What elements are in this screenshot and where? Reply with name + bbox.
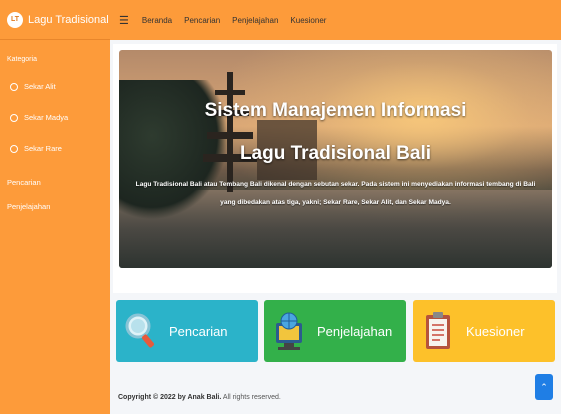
sidebar-item-pencarian[interactable]: Pencarian [0,178,110,187]
footer-rights: All rights reserved. [222,394,281,401]
tile-label: Kuesioner [466,323,525,339]
hero-title-line2: Lagu Tradisional Bali [239,143,432,164]
hero-title-line1: Sistem Manajemen Informasi [204,100,467,121]
tile-penjelajahan[interactable]: Penjelajahan [264,300,406,362]
temple-roof [207,132,253,139]
tile-pencarian[interactable]: Pencarian [116,300,258,362]
nav-link-penjelajahan[interactable]: Penjelajahan [232,16,278,25]
circle-icon [10,82,18,91]
hero-description-line1: Lagu Tradisional Bali atau Tembang Bali … [135,181,536,188]
hero-description-line2: yang dibedakan atas tiga, yakni; Sekar R… [220,199,451,206]
circle-icon [10,113,18,122]
sidebar-item-penjelajahan[interactable]: Penjelajahan [0,202,110,211]
sidebar-item-sekar-rare[interactable]: Sekar Rare [0,133,110,164]
chevron-up-icon: ⌃ [540,381,548,392]
hero-banner: Sistem Manajemen Informasi Lagu Tradisio… [119,50,552,268]
brand-name: Lagu Tradisional [28,13,109,26]
magnifier-icon [123,309,159,353]
globe-computer-icon [271,309,307,353]
clipboard-icon [420,309,456,353]
brand-link[interactable]: LT Lagu Tradisional [0,0,110,40]
brand-logo: LT [7,11,23,28]
temple-roof [215,90,245,95]
sidebar-header-category: Kategoria [7,56,37,63]
top-navbar: ☰ Beranda Pencarian Penjelajahan Kuesion… [110,0,561,40]
nav-link-beranda[interactable]: Beranda [142,16,172,25]
hamburger-icon[interactable]: ☰ [119,14,129,27]
sidebar-item-label: Sekar Alit [24,82,56,91]
nav-link-pencarian[interactable]: Pencarian [184,16,220,25]
back-to-top-button[interactable]: ⌃ [535,374,553,400]
sidebar-item-sekar-madya[interactable]: Sekar Madya [0,102,110,133]
tile-label: Penjelajahan [317,323,393,339]
footer: Copyright © 2022 by Anak Bali. All right… [118,394,281,401]
footer-copyright: Copyright © 2022 by Anak Bali. [118,394,222,401]
nav-link-kuesioner[interactable]: Kuesioner [290,16,326,25]
tile-kuesioner[interactable]: Kuesioner [413,300,555,362]
tile-label: Pencarian [169,323,228,339]
circle-icon [10,144,18,153]
sidebar-item-label: Sekar Rare [24,144,62,153]
sidebar-item-label: Sekar Madya [24,113,69,122]
sidebar: LT Lagu Tradisional Kategoria Sekar Alit… [0,0,110,414]
sidebar-item-sekar-alit[interactable]: Sekar Alit [0,71,110,102]
